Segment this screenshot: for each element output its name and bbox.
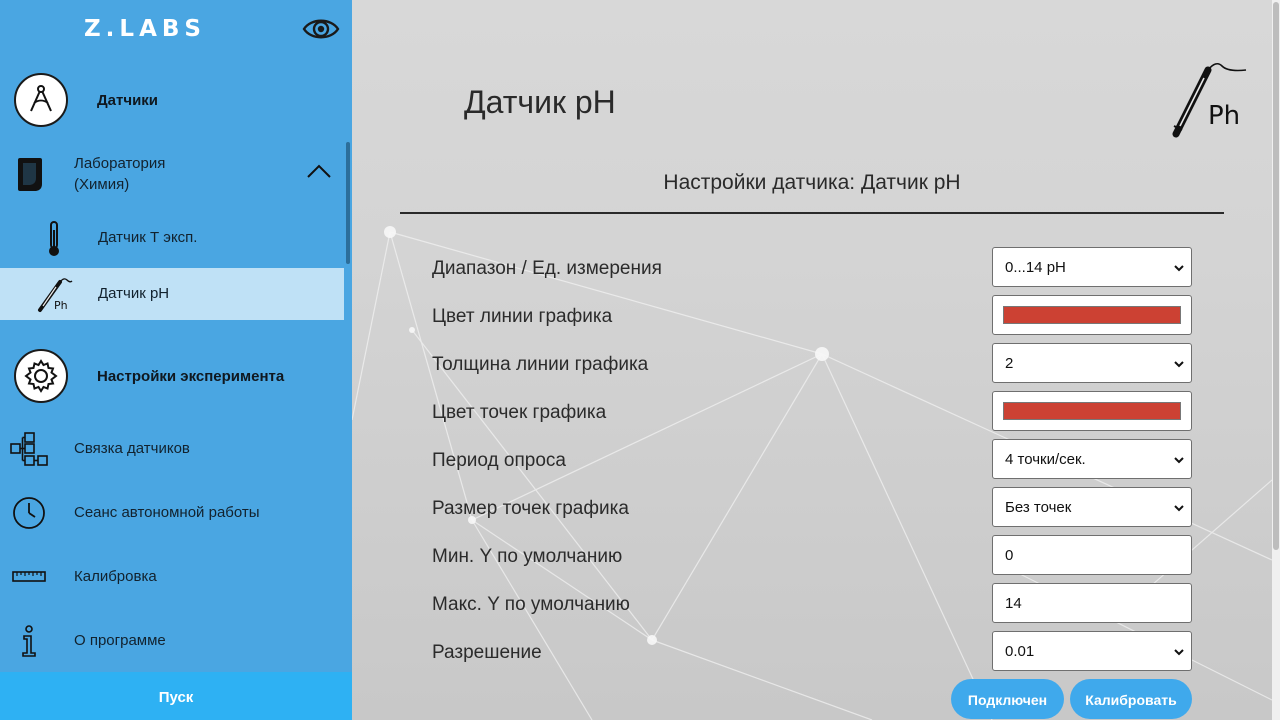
- chevron-down-icon: [1174, 265, 1184, 272]
- chevron-up-icon[interactable]: [306, 162, 332, 180]
- label-polling-period: Период опроса: [432, 450, 566, 471]
- about-label: О программе: [74, 632, 166, 649]
- lab-group-label-line1: Лаборатория: [74, 155, 166, 172]
- chevron-down-icon: [1174, 457, 1184, 464]
- resolution-select[interactable]: 0.01: [992, 631, 1192, 671]
- eye-icon[interactable]: [302, 13, 340, 45]
- label-min-y: Мин. Y по умолчанию: [432, 546, 623, 567]
- min-y-input[interactable]: 0: [992, 535, 1192, 575]
- label-line-thickness: Толщина линии графика: [432, 354, 649, 375]
- polling-period-select[interactable]: 4 точки/сек.: [992, 439, 1192, 479]
- calibrate-button[interactable]: Калибровать: [1070, 679, 1192, 719]
- page-title: Датчик pH: [464, 84, 616, 120]
- sidebar-item-sensor-ph[interactable]: Ph Датчик pH: [0, 268, 344, 320]
- line-thickness-select[interactable]: 2: [992, 343, 1192, 383]
- lab-group-label-line2: (Химия): [74, 176, 130, 193]
- probe-icon-text: Ph: [1208, 101, 1240, 131]
- category-sensors-label: Датчики: [97, 92, 159, 109]
- max-y-input[interactable]: 14: [992, 583, 1192, 623]
- max-y-value: 14: [1005, 595, 1022, 612]
- label-line-color: Цвет линии графика: [432, 306, 613, 327]
- label-point-size: Размер точек графика: [432, 498, 629, 519]
- info-icon: [22, 625, 36, 657]
- gear-icon: [14, 349, 68, 403]
- section-divider: [400, 212, 1224, 214]
- sensor-link-label: Связка датчиков: [74, 440, 190, 457]
- main-panel: Датчик pH Ph Настройки датчика: Датчик p…: [352, 0, 1272, 720]
- label-point-color: Цвет точек графика: [432, 402, 607, 423]
- polling-period-value: 4 точки/сек.: [1005, 451, 1086, 468]
- page-scrollbar-thumb[interactable]: [1273, 2, 1279, 550]
- sidebar-item-calibration[interactable]: Калибровка: [0, 551, 344, 603]
- label-range-units: Диапазон / Ед. измерения: [432, 258, 662, 279]
- ph-probe-large-icon: Ph: [1172, 62, 1247, 138]
- min-y-value: 0: [1005, 547, 1014, 564]
- start-button[interactable]: Пуск: [0, 672, 352, 720]
- sidebar-group-lab-chemistry[interactable]: Лаборатория (Химия): [0, 142, 344, 204]
- category-experiment-settings[interactable]: Настройки эксперимента: [0, 339, 344, 415]
- clock-icon: [13, 497, 45, 529]
- thermometer-icon: [49, 221, 59, 256]
- chevron-down-icon: [1174, 505, 1184, 512]
- line-thickness-value: 2: [1005, 355, 1014, 372]
- category-experiment-label: Настройки эксперимента: [97, 368, 285, 385]
- calibration-label: Калибровка: [74, 568, 157, 585]
- lab-device-icon: [18, 158, 42, 191]
- sidebar-item-sensor-t[interactable]: Датчик Т эксп.: [0, 212, 344, 264]
- chevron-down-icon: [1174, 361, 1184, 368]
- point-size-value: Без точек: [1005, 499, 1072, 516]
- line-color-swatch: [1003, 306, 1181, 324]
- zlabs-logo: Z.LABS: [84, 16, 206, 42]
- sensor-t-label: Датчик Т эксп.: [98, 229, 198, 246]
- sidebar-scrollbar-thumb[interactable]: [346, 142, 350, 264]
- range-units-value: 0...14 pH: [1005, 259, 1066, 276]
- sensor-link-icon: [10, 432, 48, 466]
- label-resolution: Разрешение: [432, 642, 542, 663]
- resolution-value: 0.01: [1005, 643, 1035, 660]
- autonomous-session-label: Сеанс автономной работы: [74, 504, 260, 521]
- sidebar-item-about[interactable]: О программе: [0, 615, 344, 667]
- sidebar-item-sensor-link[interactable]: Связка датчиков: [0, 423, 344, 475]
- chevron-down-icon: [1174, 649, 1184, 656]
- label-max-y: Макс. Y по умолчанию: [432, 594, 630, 615]
- category-sensors[interactable]: Датчики: [0, 63, 344, 139]
- caliper-icon: [14, 73, 68, 127]
- sensor-ph-label: Датчик pH: [98, 285, 170, 302]
- ruler-icon: [12, 571, 46, 582]
- brand-header: Z.LABS: [0, 0, 352, 60]
- ph-probe-icon: Ph: [38, 278, 73, 312]
- svg-text:Ph: Ph: [54, 299, 68, 312]
- sidebar: Z.LABS Датчики Лаборатория (Химия) Датчи…: [0, 0, 352, 720]
- range-units-select[interactable]: 0...14 pH: [992, 247, 1192, 287]
- point-color-swatch: [1003, 402, 1181, 420]
- line-color-picker[interactable]: [992, 295, 1192, 335]
- connected-button[interactable]: Подключен: [951, 679, 1064, 719]
- sidebar-item-autonomous-session[interactable]: Сеанс автономной работы: [0, 487, 344, 539]
- point-size-select[interactable]: Без точек: [992, 487, 1192, 527]
- section-title: Настройки датчика: Датчик pH: [663, 171, 961, 194]
- point-color-picker[interactable]: [992, 391, 1192, 431]
